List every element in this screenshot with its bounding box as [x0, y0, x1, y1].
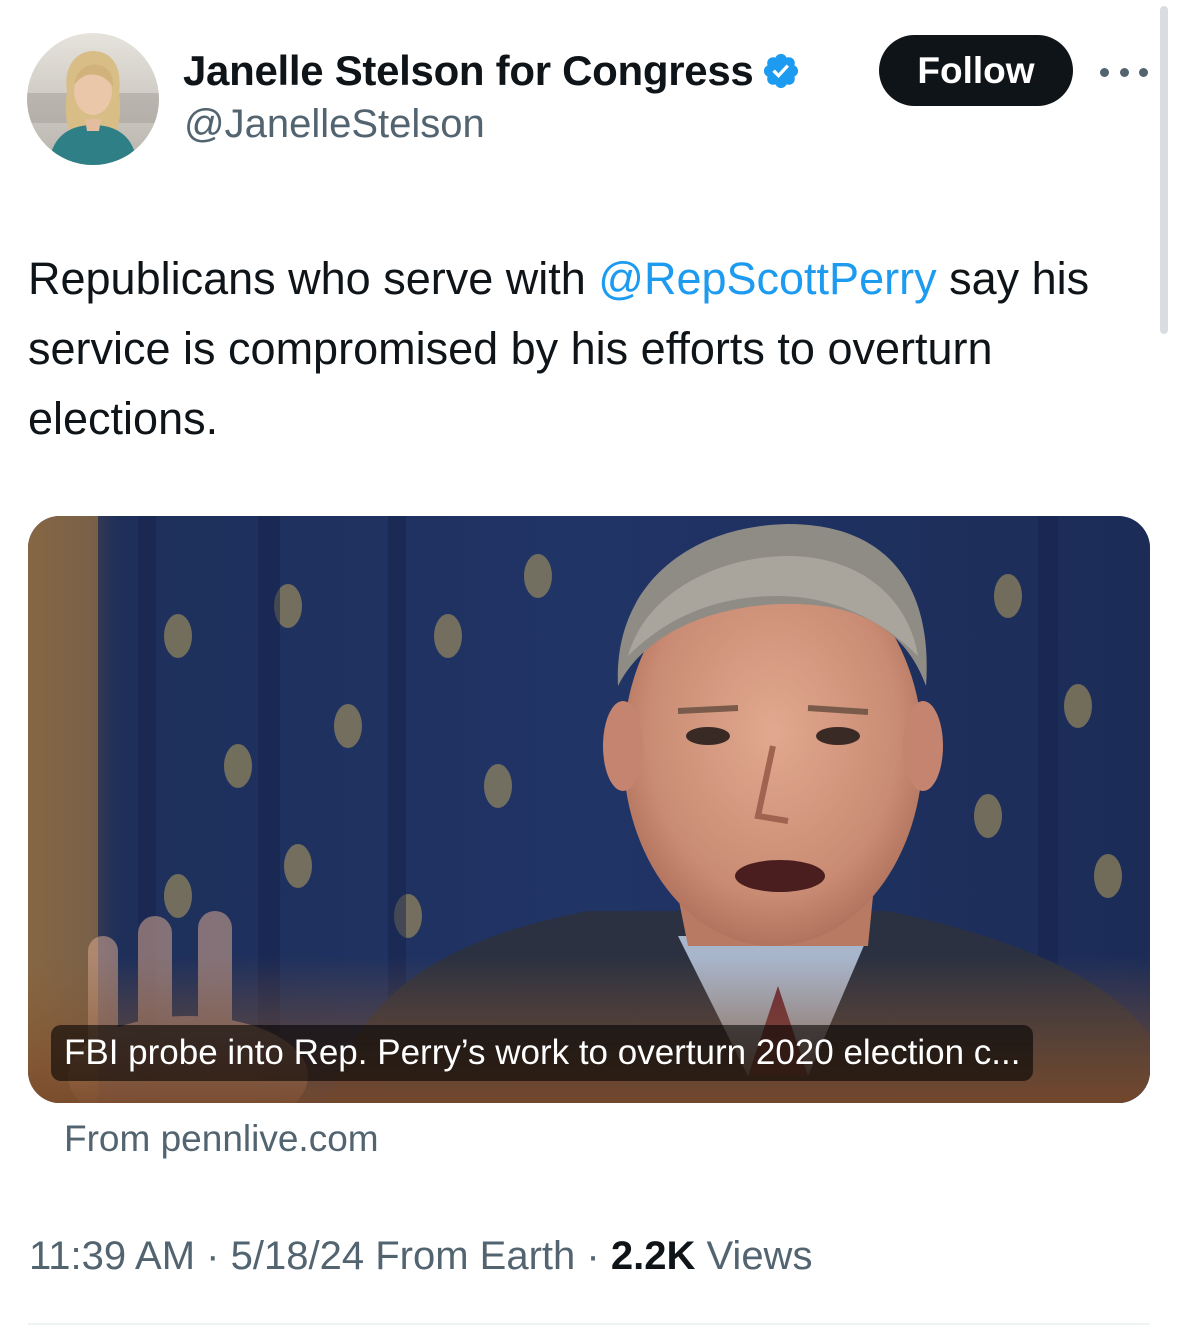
card-source-link[interactable]: From pennlive.com: [64, 1118, 379, 1160]
tweet-time[interactable]: 11:39 AM: [29, 1234, 195, 1278]
mention-link[interactable]: @RepScottPerry: [598, 253, 936, 304]
meta-separator: ·: [586, 1234, 600, 1278]
verified-badge-icon: [764, 53, 799, 89]
more-dot-icon: [1139, 67, 1148, 77]
avatar-photo: [27, 33, 159, 165]
tweet-location: From Earth: [375, 1234, 576, 1278]
views-count: 2.2K: [610, 1234, 696, 1278]
more-dot-icon: [1119, 67, 1129, 77]
divider: [28, 1323, 1150, 1325]
article-image: [28, 516, 1150, 1103]
tweet-text-start: Republicans who serve with: [28, 253, 599, 304]
user-handle[interactable]: @JanelleStelson: [184, 102, 485, 147]
tweet-meta: 11:39 AM · 5/18/24 From Earth · 2.2K Vie…: [29, 1234, 812, 1279]
scrollbar[interactable]: [1160, 6, 1168, 334]
views-label: Views: [706, 1234, 813, 1278]
avatar[interactable]: [27, 33, 159, 165]
more-options-icon[interactable]: [1100, 58, 1148, 86]
link-preview-card[interactable]: FBI probe into Rep. Perry’s work to over…: [28, 516, 1150, 1103]
follow-button[interactable]: Follow: [879, 35, 1073, 106]
card-title[interactable]: FBI probe into Rep. Perry’s work to over…: [51, 1025, 1034, 1081]
tweet-text: Republicans who serve with @RepScottPerr…: [28, 244, 1153, 454]
display-name-row[interactable]: Janelle Stelson for Congress: [183, 46, 801, 96]
display-name[interactable]: Janelle Stelson for Congress: [183, 47, 754, 95]
more-dot-icon: [1100, 67, 1109, 77]
meta-separator: ·: [206, 1234, 220, 1278]
tweet-date[interactable]: 5/18/24: [231, 1234, 364, 1278]
